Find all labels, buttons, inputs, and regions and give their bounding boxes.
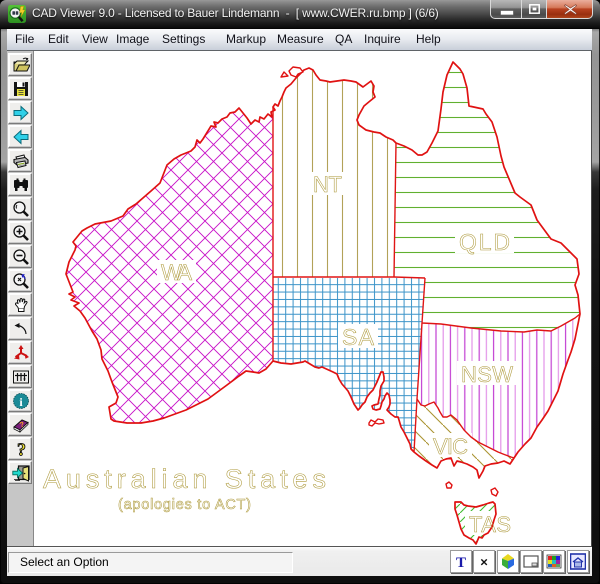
svg-text:QLD: QLD [459,229,510,255]
svg-text:(apologies to ACT): (apologies to ACT) [118,497,251,513]
svg-text:?: ? [17,440,26,458]
svg-text:VIC: VIC [433,434,468,459]
svg-text:×: × [480,555,488,570]
svg-text:Australian States: Australian States [43,464,326,494]
svg-text:SA: SA [342,324,375,350]
svg-text:T: T [456,555,466,570]
svg-text:TAS: TAS [469,512,511,537]
svg-text:WA: WA [161,260,192,285]
svg-text:NT: NT [313,172,342,197]
svg-text:NSW: NSW [461,362,513,387]
